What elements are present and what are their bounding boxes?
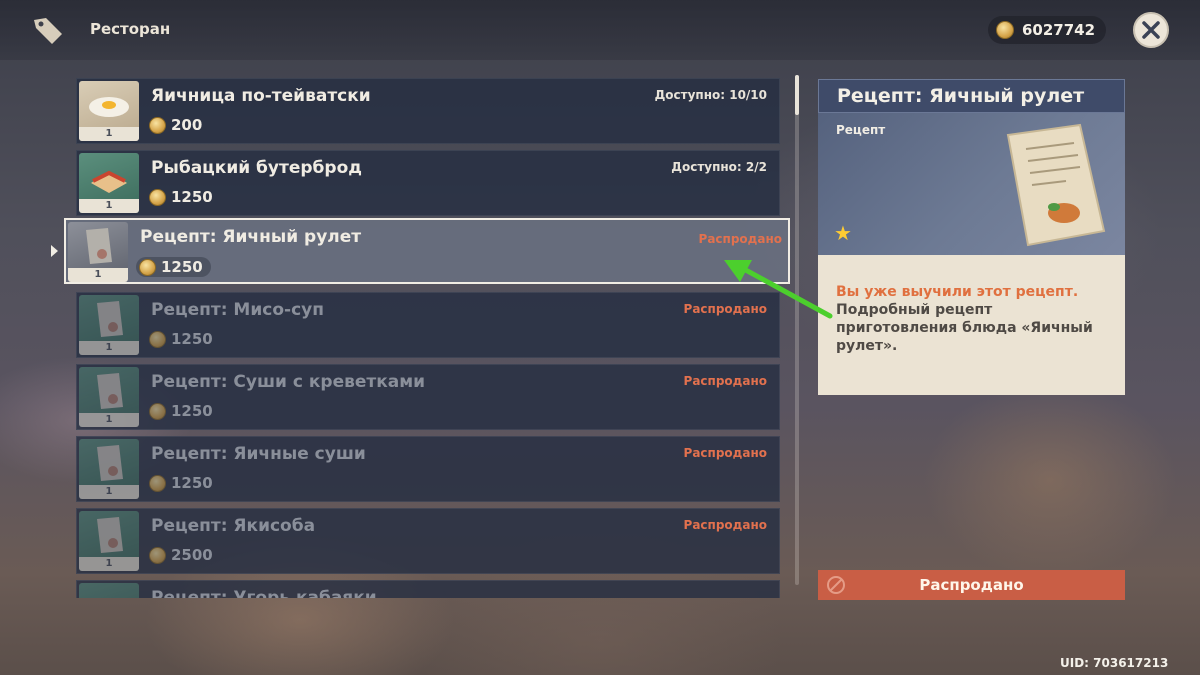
top-bar: Ресторан 6027742 bbox=[0, 0, 1200, 60]
item-price: 1250 bbox=[149, 402, 213, 420]
mora-coin-icon bbox=[139, 258, 156, 276]
item-quantity: 1 bbox=[68, 268, 128, 282]
list-item[interactable]: 1 Рецепт: Мисо-суп 1250 Распродано bbox=[76, 292, 780, 358]
item-quantity: 1 bbox=[79, 199, 139, 213]
close-icon bbox=[1142, 21, 1160, 39]
recipe-scroll-icon bbox=[97, 445, 123, 481]
item-thumbnail: 1 bbox=[79, 367, 139, 427]
ban-icon bbox=[827, 576, 845, 594]
detail-item-type: Рецепт bbox=[836, 123, 886, 137]
player-uid: UID: 703617213 bbox=[1060, 656, 1169, 670]
item-name: Рецепт: Мисо-суп bbox=[151, 300, 324, 320]
shop-title: Ресторан bbox=[90, 20, 171, 38]
detail-artwork: Рецепт ★ bbox=[818, 113, 1125, 255]
annotation-arrow-icon bbox=[724, 260, 833, 319]
list-item[interactable]: 1 Рецепт: Якисоба 2500 Распродано bbox=[76, 508, 780, 574]
item-price: 1250 bbox=[149, 188, 213, 206]
item-quantity: 1 bbox=[79, 557, 139, 571]
scrollbar-thumb[interactable] bbox=[795, 75, 799, 115]
selection-arrow-icon bbox=[51, 245, 58, 257]
mora-coin-icon bbox=[149, 402, 166, 420]
close-button[interactable] bbox=[1133, 12, 1169, 48]
list-scrollbar[interactable] bbox=[795, 75, 799, 585]
learned-notice: Вы уже выучили этот рецепт. bbox=[836, 284, 1079, 300]
mora-coin-icon bbox=[149, 474, 166, 492]
item-thumbnail: 1 bbox=[79, 81, 139, 141]
currency-display: 6027742 bbox=[988, 16, 1106, 44]
recipe-scroll-icon bbox=[97, 373, 123, 409]
item-availability: Доступно: 2/2 bbox=[671, 160, 767, 174]
item-thumbnail: 1 bbox=[79, 295, 139, 355]
detail-title: Рецепт: Яичный рулет bbox=[818, 79, 1125, 113]
sold-out-button-label: Распродано bbox=[919, 576, 1024, 594]
recipe-scroll-icon bbox=[86, 228, 112, 264]
item-thumbnail: 1 bbox=[79, 439, 139, 499]
sandwich-icon bbox=[91, 170, 127, 193]
item-name: Рецепт: Суши с креветками bbox=[151, 372, 426, 392]
recipe-scroll-icon bbox=[97, 301, 123, 337]
item-price: 200 bbox=[149, 116, 202, 134]
recipe-paper-icon bbox=[1006, 123, 1106, 247]
list-item-selected[interactable]: 1 Рецепт: Яичный рулет 1250 Распродано bbox=[64, 218, 790, 284]
list-item[interactable]: 1 Яичница по-тейватски 200 Доступно: 10/… bbox=[76, 78, 780, 144]
item-detail-panel: Рецепт: Яичный рулет Рецепт ★ Вы уже выу… bbox=[818, 79, 1125, 395]
mora-coin-icon bbox=[149, 188, 166, 206]
mora-coin-icon bbox=[996, 21, 1014, 39]
currency-amount: 6027742 bbox=[1022, 21, 1096, 39]
item-name: Рецепт: Яичный рулет bbox=[140, 227, 362, 247]
item-quantity: 1 bbox=[79, 413, 139, 427]
item-thumbnail: 1 bbox=[79, 511, 139, 571]
item-thumbnail bbox=[79, 583, 139, 598]
item-thumbnail: 1 bbox=[79, 153, 139, 213]
item-quantity: 1 bbox=[79, 127, 139, 141]
item-sold-out-label: Распродано bbox=[683, 446, 767, 460]
item-quantity: 1 bbox=[79, 341, 139, 355]
item-price: 1250 bbox=[136, 257, 211, 277]
item-name: Рецепт: Якисоба bbox=[151, 516, 316, 536]
item-quantity: 1 bbox=[79, 485, 139, 499]
item-sold-out-label: Распродано bbox=[698, 232, 782, 246]
item-name: Яичница по-тейватски bbox=[151, 86, 371, 106]
item-thumbnail: 1 bbox=[68, 222, 128, 282]
recipe-scroll-icon bbox=[97, 517, 123, 553]
item-name: Рецепт: Угорь кабаяки bbox=[151, 588, 377, 598]
list-item[interactable]: 1 Рыбацкий бутерброд 1250 Доступно: 2/2 bbox=[76, 150, 780, 216]
detail-description-box: Вы уже выучили этот рецепт. Подробный ре… bbox=[818, 255, 1125, 395]
item-price: 2500 bbox=[149, 546, 213, 564]
shop-item-list: 1 Яичница по-тейватски 200 Доступно: 10/… bbox=[60, 70, 790, 598]
item-sold-out-label: Распродано bbox=[683, 518, 767, 532]
item-availability: Доступно: 10/10 bbox=[654, 88, 767, 102]
list-item[interactable]: 1 Рецепт: Яичные суши 1250 Распродано bbox=[76, 436, 780, 502]
list-item[interactable]: Рецепт: Угорь кабаяки bbox=[76, 580, 780, 598]
shop-tag-icon bbox=[34, 18, 62, 44]
list-item[interactable]: 1 Рецепт: Суши с креветками 1250 Распрод… bbox=[76, 364, 780, 430]
fried-egg-icon bbox=[89, 97, 129, 117]
item-sold-out-label: Распродано bbox=[683, 374, 767, 388]
mora-coin-icon bbox=[149, 116, 166, 134]
rarity-star-icon: ★ bbox=[834, 221, 852, 245]
sold-out-button[interactable]: Распродано bbox=[818, 570, 1125, 600]
item-name: Рыбацкий бутерброд bbox=[151, 158, 363, 178]
item-price: 1250 bbox=[149, 474, 213, 492]
detail-description: Подробный рецепт приготовления блюда «Яи… bbox=[836, 302, 1093, 354]
item-name: Рецепт: Яичные суши bbox=[151, 444, 366, 464]
item-price: 1250 bbox=[149, 330, 213, 348]
mora-coin-icon bbox=[149, 546, 166, 564]
mora-coin-icon bbox=[149, 330, 166, 348]
